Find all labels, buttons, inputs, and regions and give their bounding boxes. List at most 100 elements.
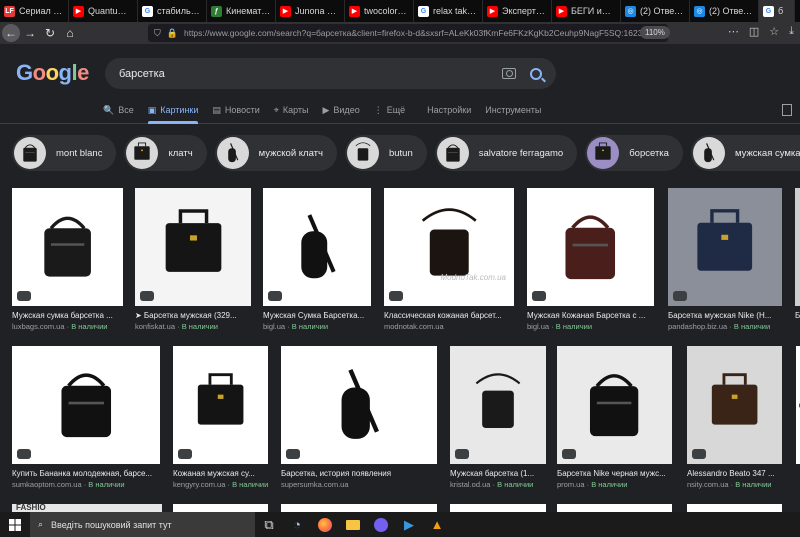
windows-start-icon[interactable] bbox=[0, 512, 30, 537]
taskbar-search[interactable]: ⌕ Введіть пошуковий запит тут bbox=[30, 512, 255, 537]
image-result[interactable] bbox=[687, 504, 782, 512]
chip-2[interactable]: мужской клатч bbox=[214, 135, 337, 171]
image-result[interactable] bbox=[450, 504, 546, 512]
result-thumbnail[interactable] bbox=[668, 188, 782, 306]
browser-tab[interactable]: ▶ Junona Boys bbox=[276, 0, 345, 22]
result-title[interactable]: Классическая кожаная барсет... bbox=[384, 311, 514, 321]
chip-0[interactable]: mont blanc bbox=[12, 135, 117, 171]
image-result[interactable]: Мужская сумка барсетка ... luxbags.com.ua… bbox=[12, 188, 123, 340]
image-result[interactable]: ➤ Барсетка мужская (329... konfiskat.ua ·… bbox=[135, 188, 251, 340]
result-title[interactable]: Мужская сумка барсетка ... bbox=[12, 311, 123, 321]
tab-2[interactable]: ▤ Новости bbox=[212, 98, 259, 122]
image-result[interactable] bbox=[281, 504, 437, 512]
home-icon[interactable]: ⌂ bbox=[60, 23, 80, 43]
result-title[interactable]: Б bbox=[795, 311, 800, 321]
browser-tab[interactable]: Grelax take it e bbox=[414, 0, 483, 22]
back-arrow-icon[interactable]: ← bbox=[2, 24, 20, 42]
zoom-level[interactable]: 110% bbox=[640, 26, 670, 39]
browser-tab[interactable]: Gб bbox=[759, 0, 795, 22]
browser-tab[interactable]: ▶ Эксперт (Кор bbox=[483, 0, 552, 22]
tab-3[interactable]: ⌖ Карты bbox=[274, 98, 309, 122]
result-title[interactable]: Барсетка мужская Nike (Н... bbox=[668, 311, 782, 321]
result-title[interactable]: Кожаная мужская су... bbox=[173, 469, 268, 479]
result-title[interactable]: Барсетка, история появления bbox=[281, 469, 437, 479]
pocket-icon[interactable]: ◫ bbox=[749, 25, 759, 38]
viber-icon[interactable] bbox=[367, 512, 395, 537]
result-thumbnail[interactable] bbox=[281, 346, 437, 464]
url-bar[interactable]: ⛉ 🔒 https://www.google.com/search?q=барс… bbox=[148, 24, 668, 42]
media-player-icon[interactable]: ▶ bbox=[395, 512, 423, 537]
result-title[interactable]: ➤ Барсетка мужская (329... bbox=[135, 311, 251, 321]
chip-6[interactable]: мужская сумка барсе bbox=[690, 135, 800, 171]
browser-tab[interactable]: ƒ Кинематогр bbox=[207, 0, 276, 22]
image-result[interactable]: Мужская Кожаная Барсетка с ... bigl.ua · … bbox=[527, 188, 654, 340]
result-thumbnail[interactable] bbox=[795, 188, 800, 306]
image-result[interactable]: Б bbox=[795, 188, 800, 340]
downloads-icon[interactable]: ⤓ bbox=[789, 25, 794, 38]
image-result[interactable]: Купить Бананка молодежная, барсе... sumka… bbox=[12, 346, 160, 498]
image-result[interactable] bbox=[796, 346, 800, 498]
result-thumbnail[interactable] bbox=[796, 346, 800, 464]
tab-0[interactable]: 🔍 Все bbox=[103, 98, 134, 122]
google-logo[interactable]: Google bbox=[16, 60, 89, 86]
browser-tab[interactable]: ▶ Quantum Ga bbox=[69, 0, 138, 22]
camera-icon[interactable] bbox=[502, 68, 516, 79]
document-icon[interactable] bbox=[782, 104, 792, 116]
image-result[interactable]: FASHIO bbox=[12, 504, 162, 512]
image-result[interactable]: Мужская Сумка Барсетка... bigl.ua · В нал… bbox=[263, 188, 371, 340]
task-view-icon[interactable]: ⧉ bbox=[255, 512, 283, 537]
result-thumbnail[interactable] bbox=[263, 188, 371, 306]
reload-icon[interactable]: ↻ bbox=[40, 23, 60, 43]
lock-icon[interactable]: 🔒 bbox=[167, 28, 178, 39]
image-result[interactable]: Барсетка мужская Nike (Н... pandashop.biz… bbox=[668, 188, 782, 340]
tool-0[interactable]: Настройки bbox=[427, 98, 471, 122]
firefox-icon[interactable] bbox=[311, 512, 339, 537]
result-title[interactable]: Купить Бананка молодежная, барсе... bbox=[12, 469, 160, 479]
chip-4[interactable]: salvatore ferragamo bbox=[434, 135, 578, 171]
result-thumbnail[interactable] bbox=[557, 346, 672, 464]
result-title[interactable]: Alessandro Beato 347 ... bbox=[687, 469, 782, 479]
file-explorer-icon[interactable] bbox=[339, 512, 367, 537]
result-thumbnail[interactable] bbox=[173, 346, 268, 464]
result-thumbnail[interactable] bbox=[12, 188, 123, 306]
search-icon[interactable] bbox=[530, 67, 542, 80]
browser-tab[interactable]: ◎ (2) Ответы М bbox=[621, 0, 690, 22]
search-box[interactable]: барсетка bbox=[105, 58, 556, 89]
nav-app-icon[interactable]: ◔ bbox=[283, 512, 311, 537]
chip-5[interactable]: борсетка bbox=[585, 135, 683, 171]
shield-icon[interactable]: ⛉ bbox=[154, 28, 161, 39]
result-thumbnail[interactable] bbox=[450, 346, 546, 464]
image-result[interactable]: Кожаная мужская су... kengyry.com.ua · В … bbox=[173, 346, 268, 498]
browser-tab[interactable]: ▶ БЕГИ или УМ bbox=[552, 0, 621, 22]
result-title[interactable]: Мужская Сумка Барсетка... bbox=[263, 311, 371, 321]
chip-3[interactable]: butun bbox=[344, 135, 427, 171]
image-result[interactable]: Alessandro Beato 347 ... nsity.com.ua · В… bbox=[687, 346, 782, 498]
chip-1[interactable]: клатч bbox=[124, 135, 207, 171]
browser-tab[interactable]: LF Сериал Клин bbox=[0, 0, 69, 22]
browser-tab[interactable]: ◎ (2) Ответы М bbox=[690, 0, 759, 22]
result-thumbnail[interactable]: ModnoTak.com.ua bbox=[384, 188, 514, 306]
result-title[interactable]: Барсетка Nike черная мужс... bbox=[557, 469, 672, 479]
result-title[interactable]: Мужская барсетка (1... bbox=[450, 469, 546, 479]
bookmark-star-icon[interactable]: ☆ bbox=[769, 25, 779, 38]
image-result[interactable] bbox=[557, 504, 672, 512]
search-input[interactable]: барсетка bbox=[119, 68, 502, 80]
page-actions-icon[interactable]: ⋯ bbox=[728, 25, 739, 38]
result-thumbnail[interactable] bbox=[135, 188, 251, 306]
tab-5[interactable]: ⋮ Ещё bbox=[374, 98, 405, 122]
image-result[interactable]: Барсетка Nike черная мужс... prom.ua · В … bbox=[557, 346, 672, 498]
forward-arrow-icon[interactable]: → bbox=[20, 23, 40, 43]
browser-tab[interactable]: ▶ twocolors - L bbox=[345, 0, 414, 22]
result-thumbnail[interactable] bbox=[527, 188, 654, 306]
tab-1[interactable]: ▣ Картинки bbox=[147, 98, 198, 124]
vlc-icon[interactable]: ▲ bbox=[423, 512, 451, 537]
image-result[interactable]: Мужская барсетка (1... kristal.od.ua · В … bbox=[450, 346, 546, 498]
image-result[interactable] bbox=[173, 504, 268, 512]
image-result[interactable]: ModnoTak.com.ua Классическая кожаная барс… bbox=[384, 188, 514, 340]
tool-1[interactable]: Инструменты bbox=[485, 98, 541, 122]
tab-4[interactable]: ▶ Видео bbox=[322, 98, 359, 122]
result-thumbnail[interactable] bbox=[687, 346, 782, 464]
result-title[interactable]: Мужская Кожаная Барсетка с ... bbox=[527, 311, 654, 321]
browser-tab[interactable]: Gстабильная bbox=[138, 0, 207, 22]
result-thumbnail[interactable] bbox=[12, 346, 160, 464]
